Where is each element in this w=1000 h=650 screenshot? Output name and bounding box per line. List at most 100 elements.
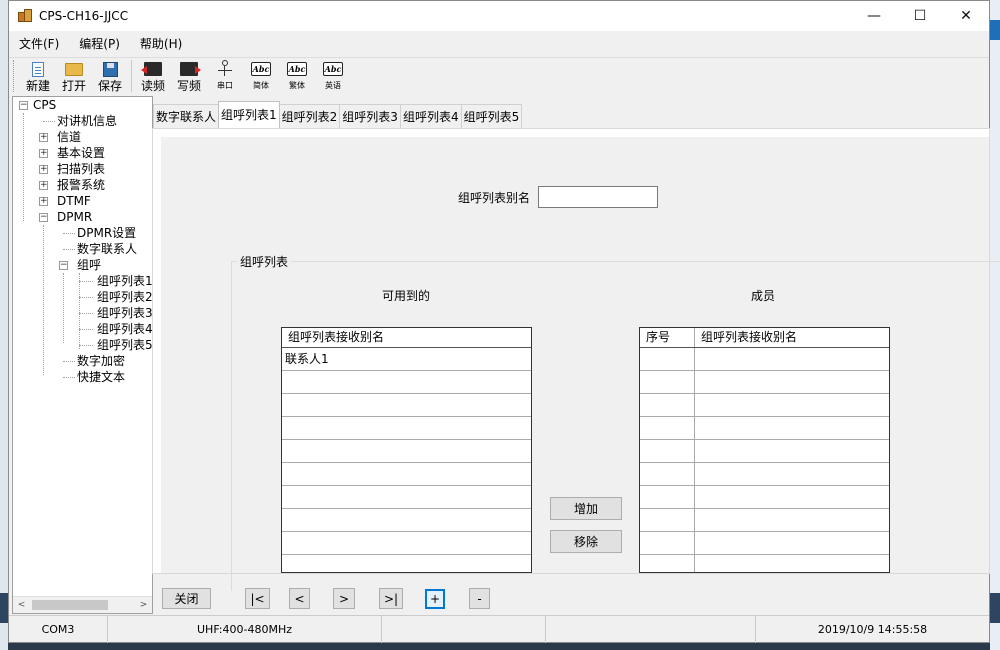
new-button[interactable]: 新建 — [20, 58, 56, 94]
status-datetime: 2019/10/9 14:55:58 — [817, 623, 928, 636]
group-list-title: 组呼列表 — [237, 253, 292, 270]
table-row[interactable] — [282, 394, 531, 417]
table-row[interactable] — [282, 371, 531, 394]
alias-input[interactable] — [538, 186, 658, 208]
tree-item-channel[interactable]: 信道 — [57, 129, 81, 145]
tree-item-quick-text[interactable]: 快捷文本 — [77, 369, 125, 385]
tree-expand-basic[interactable]: + — [39, 149, 48, 158]
tree-item-group-list-2[interactable]: 组呼列表2 — [97, 289, 152, 305]
write-button[interactable]: 写频 — [171, 58, 207, 94]
tab-digital-contacts[interactable]: 数字联系人 — [153, 104, 220, 128]
open-label: 打开 — [61, 79, 86, 93]
tree-horizontal-scrollbar[interactable]: < > — [13, 596, 152, 613]
tree-item-dpmr[interactable]: DPMR — [57, 209, 92, 225]
table-row[interactable] — [282, 463, 531, 486]
open-button[interactable]: 打开 — [56, 58, 92, 94]
tab-group-list-1[interactable]: 组呼列表1 — [218, 101, 280, 128]
table-row[interactable] — [640, 394, 889, 417]
table-row[interactable] — [640, 509, 889, 532]
traditional-abc-icon: Abc — [287, 62, 307, 76]
read-label: 读频 — [140, 79, 165, 93]
traditional-button[interactable]: Abc 繁体 — [279, 58, 315, 94]
add-record-button[interactable]: + — [425, 589, 445, 609]
tree-collapse-dpmr[interactable]: − — [39, 213, 48, 222]
tree-item-digital-contacts[interactable]: 数字联系人 — [77, 241, 137, 257]
scroll-thumb[interactable] — [32, 600, 108, 610]
save-button[interactable]: 保存 — [92, 58, 128, 94]
available-cell — [282, 509, 285, 531]
menu-file[interactable]: 文件(F) — [9, 31, 69, 57]
next-record-button[interactable]: > — [333, 588, 355, 609]
serial-port-icon — [217, 60, 233, 78]
tree-expand-channel[interactable]: + — [39, 133, 48, 142]
tree-item-radio-info[interactable]: 对讲机信息 — [57, 113, 117, 129]
prev-record-button[interactable]: < — [289, 588, 310, 609]
table-row[interactable]: 联系人1 — [282, 348, 531, 371]
window-title: CPS-CH16-JJCC — [39, 9, 129, 23]
close-button[interactable]: 关闭 — [162, 588, 211, 609]
available-cell — [282, 486, 285, 508]
add-member-button[interactable]: 增加 — [550, 497, 622, 520]
scroll-right-arrow[interactable]: > — [135, 597, 152, 613]
tree-item-group-list-5[interactable]: 组呼列表5 — [97, 337, 152, 353]
table-row[interactable] — [282, 440, 531, 463]
minimize-button[interactable]: — — [851, 1, 897, 31]
tree-item-digital-encrypt[interactable]: 数字加密 — [77, 353, 125, 369]
tree-item-basic[interactable]: 基本设置 — [57, 145, 105, 161]
table-row[interactable] — [640, 348, 889, 371]
table-row[interactable] — [640, 532, 889, 555]
table-row[interactable] — [282, 532, 531, 555]
tab-group-list-5[interactable]: 组呼列表5 — [460, 104, 523, 128]
tree-item-group-list-4[interactable]: 组呼列表4 — [97, 321, 152, 337]
read-button[interactable]: 读频 — [135, 58, 171, 94]
available-cell — [282, 463, 285, 485]
tab-group-list-4[interactable]: 组呼列表4 — [399, 104, 462, 128]
write-radio-icon — [180, 62, 201, 76]
simplified-button[interactable]: Abc 简体 — [243, 58, 279, 94]
tree-item-group-list-1[interactable]: 组呼列表1 — [97, 273, 152, 289]
members-grid[interactable]: 序号 组呼列表接收别名 — [639, 327, 890, 573]
tree-item-scan[interactable]: 扫描列表 — [57, 161, 105, 177]
maximize-button[interactable]: ☐ — [897, 1, 943, 31]
tree-item-dpmr-settings[interactable]: DPMR设置 — [77, 225, 136, 241]
available-header: 组呼列表接收别名 — [288, 330, 385, 344]
port-label: 串口 — [217, 81, 233, 90]
scroll-left-arrow[interactable]: < — [13, 597, 30, 613]
table-row[interactable] — [640, 486, 889, 509]
first-record-button[interactable]: |< — [245, 588, 270, 609]
available-grid[interactable]: 组呼列表接收别名 联系人1 — [281, 327, 532, 573]
tree-item-dtmf[interactable]: DTMF — [57, 193, 91, 209]
tree-item-cps[interactable]: CPS — [33, 97, 56, 113]
menu-program[interactable]: 编程(P) — [69, 31, 130, 57]
tree-expand-scan[interactable]: + — [39, 165, 48, 174]
available-cell — [282, 417, 285, 439]
delete-record-button[interactable]: - — [469, 588, 490, 609]
table-row[interactable] — [640, 555, 889, 572]
tab-group-list-2[interactable]: 组呼列表2 — [278, 104, 341, 128]
toolbar-grip[interactable] — [13, 60, 16, 92]
tree-item-alarm[interactable]: 报警系统 — [57, 177, 105, 193]
table-row[interactable] — [640, 440, 889, 463]
tree-item-group-list-3[interactable]: 组呼列表3 — [97, 305, 152, 321]
tree-item-group-call[interactable]: 组呼 — [77, 257, 101, 273]
table-row[interactable] — [640, 417, 889, 440]
table-row[interactable] — [282, 509, 531, 532]
table-row[interactable] — [282, 417, 531, 440]
tree-collapse-cps[interactable]: − — [19, 101, 28, 110]
title-bar: CPS-CH16-JJCC — ☐ ✕ — [9, 1, 989, 31]
tree-expand-dtmf[interactable]: + — [39, 197, 48, 206]
serial-port-button[interactable]: 串口 — [207, 58, 243, 94]
table-row[interactable] — [640, 371, 889, 394]
remove-member-button[interactable]: 移除 — [550, 530, 622, 553]
close-window-button[interactable]: ✕ — [943, 1, 989, 31]
table-row[interactable] — [282, 555, 531, 572]
table-row[interactable] — [282, 486, 531, 509]
members-title: 成员 — [751, 289, 776, 303]
tab-group-list-3[interactable]: 组呼列表3 — [339, 104, 401, 128]
tree-expand-alarm[interactable]: + — [39, 181, 48, 190]
table-row[interactable] — [640, 463, 889, 486]
menu-help[interactable]: 帮助(H) — [130, 31, 192, 57]
tree-collapse-group-call[interactable]: − — [59, 261, 68, 270]
last-record-button[interactable]: >| — [379, 588, 403, 609]
english-button[interactable]: Abc 英语 — [315, 58, 351, 94]
